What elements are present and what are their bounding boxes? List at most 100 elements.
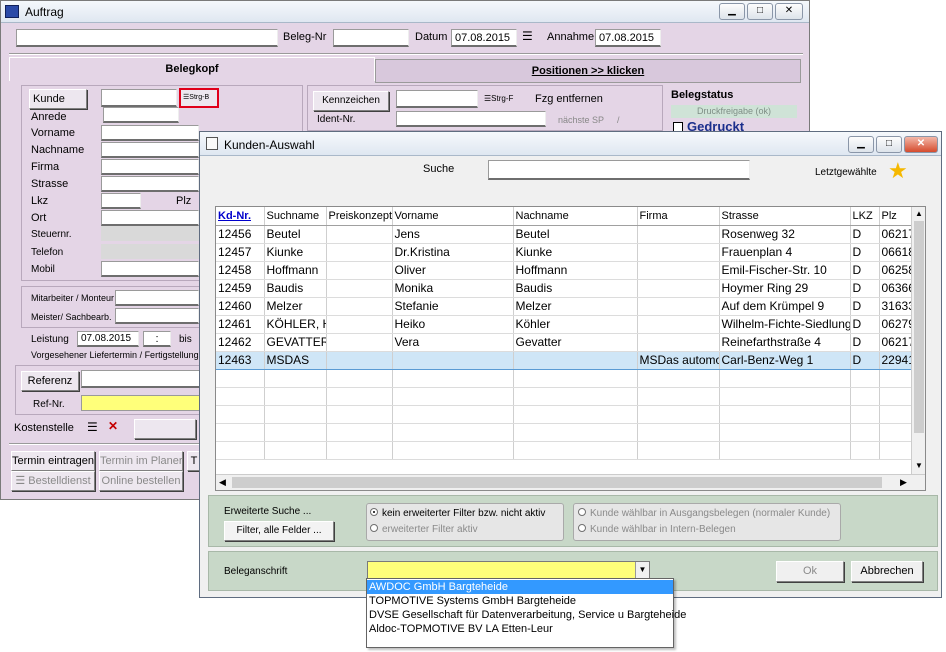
leistung-label: Leistung <box>31 334 69 345</box>
erweiterte-suche-label: Erweiterte Suche ... <box>224 506 312 517</box>
ort-field[interactable] <box>101 210 199 226</box>
column-header[interactable]: Plz <box>879 207 914 226</box>
ok-button[interactable]: Ok <box>776 561 844 582</box>
dropdown-item[interactable]: AWDOC GmbH Bargteheide <box>367 580 673 594</box>
radio-kein-filter[interactable]: kein erweiterter Filter bzw. nicht aktiv <box>370 508 545 519</box>
table-cell <box>326 225 393 244</box>
scroll-thumb[interactable] <box>914 221 924 433</box>
suche-input[interactable] <box>488 160 750 180</box>
online-bestellen-button[interactable]: Online bestellen <box>99 471 183 491</box>
leistung-time-field[interactable]: : <box>143 331 171 347</box>
bottom-divider <box>9 443 203 445</box>
mobil-field[interactable] <box>101 261 199 277</box>
annahme-field[interactable]: 07.08.2015 <box>595 29 661 47</box>
tab-belegkopf[interactable]: Belegkopf <box>9 57 375 81</box>
table-row[interactable]: 12456 Beutel Jens Beutel Rosenweg 32 D 06217 <box>216 225 914 244</box>
table-row[interactable]: 12461 KÖHLER, H Heiko Köhler Wilhelm-Fichte-… <box>216 315 914 334</box>
column-header[interactable]: Vorname <box>392 207 514 226</box>
radio-ausgang[interactable]: Kunde wählbar in Ausgangsbelegen (normal… <box>578 508 830 519</box>
column-header[interactable]: Suchname <box>264 207 327 226</box>
strg-b-button[interactable]: ☰Strg-B <box>179 88 219 108</box>
telefon-field[interactable] <box>101 244 199 259</box>
table-row[interactable]: 12462 GEVATTER Vera Gevatter Reinefarthstraß… <box>216 333 914 352</box>
column-header[interactable]: Strasse <box>719 207 851 226</box>
anrede-field[interactable] <box>103 107 179 123</box>
column-header[interactable]: LKZ <box>850 207 880 226</box>
dialog-maximize-button[interactable]: □ <box>876 136 902 153</box>
column-header[interactable]: Preiskonzept <box>326 207 393 226</box>
meister-field[interactable] <box>115 308 199 324</box>
horizontal-scrollbar[interactable]: ◀ ▶ <box>216 474 925 490</box>
kunde-field[interactable] <box>101 89 177 107</box>
column-header[interactable]: Kd-Nr. <box>216 207 265 226</box>
hscroll-thumb[interactable] <box>232 477 882 488</box>
minimize-button[interactable]: ▁ <box>719 3 745 20</box>
maximize-button[interactable]: □ <box>747 3 773 20</box>
dropdown-item[interactable]: TOPMOTIVE Systems GmbH Bargteheide <box>367 594 673 608</box>
filter-alle-felder-button[interactable]: Filter, alle Felder ... <box>224 521 334 541</box>
beleg-search-field[interactable] <box>16 29 278 47</box>
empty-row <box>216 441 914 460</box>
tab-positionen[interactable]: Positionen >> klicken <box>375 59 801 83</box>
table-cell: 31633 <box>879 297 914 316</box>
strasse-field[interactable] <box>101 176 199 192</box>
bestelldienst-icon: ☰ <box>15 475 29 487</box>
mitarbeiter-field[interactable] <box>115 290 199 306</box>
empty-cell <box>513 441 638 460</box>
leistung-date-field[interactable]: 07.08.2015 <box>77 331 139 347</box>
column-header[interactable]: Nachname <box>513 207 638 226</box>
table-row[interactable]: 12459 Baudis Monika Baudis Hoymer Ring 29 D 06… <box>216 279 914 298</box>
table-row[interactable]: 12463 MSDAS MSDas automo Carl-Benz-Weg 1 D 22… <box>216 350 914 370</box>
steuernr-field[interactable] <box>101 226 199 241</box>
table-cell: Beutel <box>513 225 638 244</box>
table-cell: D <box>850 315 880 334</box>
column-header[interactable]: Firma <box>637 207 720 226</box>
firma-field[interactable] <box>101 159 199 175</box>
kostenstelle-list-icon[interactable]: ☰ <box>87 420 98 434</box>
list-icon[interactable]: ☰ <box>522 29 533 43</box>
radio-intern[interactable]: Kunde wählbar in Intern-Belegen <box>578 524 736 535</box>
beleg-nr-field[interactable] <box>333 29 409 47</box>
nachname-field[interactable] <box>101 142 199 158</box>
dialog-close-button[interactable]: ✕ <box>904 136 938 153</box>
referenz-field[interactable] <box>81 370 201 388</box>
termin-eintragen-button[interactable]: Termin eintragen <box>11 451 95 471</box>
dropdown-item[interactable]: Aldoc-TOPMOTIVE BV LA Etten-Leur <box>367 622 673 636</box>
radio-erweitert-filter[interactable]: erweiterter Filter aktiv <box>370 524 478 535</box>
dialog-minimize-button[interactable]: ▁ <box>848 136 874 153</box>
ref-nr-field[interactable] <box>81 395 201 411</box>
beleganschrift-select[interactable] <box>367 561 650 579</box>
chevron-down-icon[interactable]: ▼ <box>635 562 649 578</box>
table-row[interactable]: 12457 Kiunke Dr.Kristina Kiunke Frauenplan 4… <box>216 243 914 262</box>
scroll-right-arrow-icon[interactable]: ▶ <box>900 477 907 488</box>
scroll-left-arrow-icon[interactable]: ◀ <box>219 477 226 488</box>
termin-im-planer-button[interactable]: Termin im Planer <box>99 451 183 471</box>
vertical-scrollbar[interactable]: ▲ ▼ <box>911 207 925 475</box>
table-row[interactable]: 12458 Hoffmann Oliver Hoffmann Emil-Fischer-… <box>216 261 914 280</box>
scroll-down-arrow-icon[interactable]: ▼ <box>915 461 923 470</box>
bestelldienst-button[interactable]: ☰ Bestelldienst <box>11 471 95 491</box>
strg-f-button[interactable]: ☰Strg-F <box>484 94 513 103</box>
table-cell <box>392 350 514 370</box>
kostenstelle-button[interactable] <box>134 419 196 439</box>
dropdown-item[interactable]: DVSE Gesellschaft für Datenverarbeitung,… <box>367 608 686 622</box>
referenz-button[interactable]: Referenz <box>21 371 79 391</box>
fzg-entfernen-button[interactable]: Fzg entfernen <box>535 93 603 105</box>
table-row[interactable]: 12460 Melzer Stefanie Melzer Auf dem Krümpel… <box>216 297 914 316</box>
star-icon[interactable]: ★ <box>888 158 908 184</box>
vorname-field[interactable] <box>101 125 199 141</box>
abbrechen-button[interactable]: Abbrechen <box>851 561 923 582</box>
table-cell: D <box>850 333 880 352</box>
ident-nr-field[interactable] <box>396 111 546 127</box>
kunden-grid: Kd-Nr. Suchname Preiskonzept Vorname Nachnam… <box>215 206 926 491</box>
empty-cell <box>719 441 851 460</box>
steuernr-label: Steuernr. <box>31 229 72 240</box>
close-button[interactable]: ✕ <box>775 3 803 20</box>
kunde-button[interactable]: Kunde <box>29 89 87 109</box>
delete-icon[interactable]: ✕ <box>108 419 118 433</box>
kennzeichen-field[interactable] <box>396 90 478 108</box>
kennzeichen-button[interactable]: Kennzeichen <box>313 91 389 111</box>
datum-field[interactable]: 07.08.2015 <box>451 29 517 47</box>
lkz-field[interactable] <box>101 193 141 209</box>
scroll-up-arrow-icon[interactable]: ▲ <box>915 209 923 218</box>
